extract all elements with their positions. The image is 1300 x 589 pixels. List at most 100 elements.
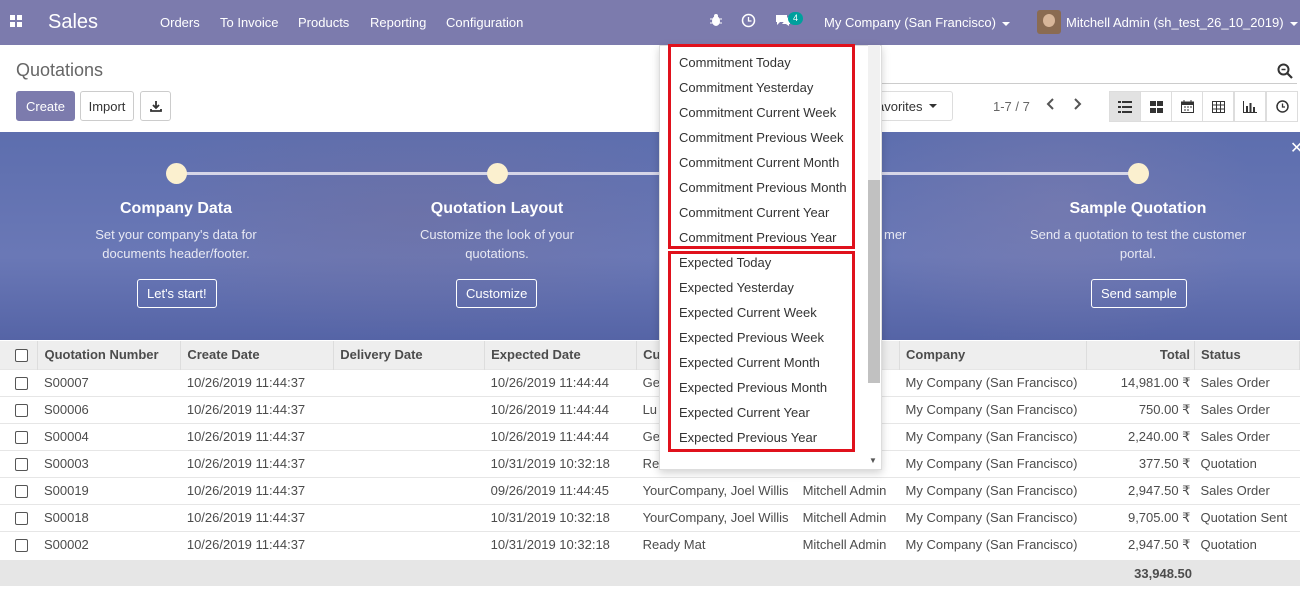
row-checkbox[interactable] (0, 368, 38, 396)
column-header-delivery-date[interactable]: Delivery Date (333, 341, 486, 369)
favorites-label: avorites (877, 98, 923, 114)
cell-number: S00006 (37, 395, 181, 423)
company-switcher-label: My Company (San Francisco) (824, 15, 996, 30)
filter-option[interactable]: Expected Current Week (679, 305, 817, 320)
cell-delivery-date (333, 476, 485, 504)
filter-option[interactable]: Expected Previous Week (679, 330, 824, 345)
filter-option[interactable]: Commitment Previous Year (679, 230, 837, 245)
filter-option[interactable]: Expected Previous Year (679, 430, 817, 445)
cell-delivery-date (333, 449, 485, 477)
calendar-view-icon[interactable] (1171, 91, 1203, 122)
filter-option[interactable]: Expected Current Month (679, 355, 820, 370)
list-view-icon[interactable] (1109, 91, 1141, 122)
table-row[interactable]: S00003 10/26/2019 11:44:37 10/31/2019 10:3… (0, 449, 1300, 477)
cell-total: 2,947.50 ₹ (1086, 476, 1195, 504)
customize-button[interactable]: Customize (456, 279, 538, 308)
cell-delivery-date (333, 368, 485, 396)
filter-option[interactable]: Commitment Today (679, 55, 791, 70)
lets-start-button[interactable]: Let's start! (137, 279, 217, 308)
checkbox-icon (15, 458, 28, 472)
column-header-company[interactable]: Company (899, 341, 1088, 369)
step-description: Customize the look of your quotations. (420, 227, 574, 261)
column-header-status[interactable]: Status (1194, 341, 1300, 369)
cell-customer: YourCompany, Joel Willis (636, 503, 797, 531)
row-checkbox[interactable] (0, 449, 38, 477)
menu-configuration[interactable]: Configuration (446, 15, 523, 30)
cell-company: My Company (San Francisco) (899, 395, 1087, 423)
cell-expected-date: 09/26/2019 11:44:45 (484, 476, 637, 504)
close-icon[interactable]: ✕ (1290, 138, 1300, 158)
menu-to-invoice[interactable]: To Invoice (220, 15, 279, 30)
pager-next-icon[interactable] (1073, 97, 1083, 116)
debug-bug-icon[interactable] (709, 13, 723, 30)
menu-reporting[interactable]: Reporting (370, 15, 426, 30)
step-description: mer (884, 227, 907, 242)
top-navbar: Sales Orders To Invoice Products Reporti… (0, 0, 1300, 45)
kanban-view-icon[interactable] (1140, 91, 1172, 122)
graph-view-icon[interactable] (1234, 91, 1266, 122)
column-header-quotation-number[interactable]: Quotation Number (37, 341, 182, 369)
select-all-checkbox[interactable] (0, 341, 39, 369)
table-row[interactable]: S00004 10/26/2019 11:44:37 10/26/2019 11:4… (0, 422, 1300, 450)
step-description: Set your company's data for documents he… (95, 227, 257, 261)
row-checkbox[interactable] (0, 476, 38, 504)
import-button[interactable]: Import (80, 91, 134, 121)
pager-previous-icon[interactable] (1045, 97, 1055, 116)
table-row[interactable]: S00007 10/26/2019 11:44:37 10/26/2019 11:4… (0, 368, 1300, 396)
user-menu[interactable]: Mitchell Admin (sh_test_26_10_2019) (1066, 15, 1298, 30)
create-button[interactable]: Create (16, 91, 75, 121)
send-sample-button[interactable]: Send sample (1091, 279, 1187, 308)
filter-option[interactable]: Commitment Previous Week (679, 130, 843, 145)
cell-number: S00018 (37, 503, 181, 531)
messages-count-badge: 4 (788, 12, 804, 25)
table-row[interactable]: S00019 10/26/2019 11:44:37 09/26/2019 11:4… (0, 476, 1300, 504)
quotations-table: Quotation Number Create Date Delivery Da… (0, 341, 1300, 558)
step-dot (166, 163, 187, 184)
menu-orders[interactable]: Orders (160, 15, 200, 30)
grand-total: 33,948.50 (1134, 566, 1192, 581)
cell-company: My Company (San Francisco) (899, 449, 1087, 477)
company-switcher[interactable]: My Company (San Francisco) (824, 15, 1010, 30)
filter-option[interactable]: Commitment Previous Month (679, 180, 847, 195)
filter-option[interactable]: Commitment Yesterday (679, 80, 813, 95)
user-avatar[interactable] (1037, 10, 1061, 34)
checkbox-icon (15, 512, 28, 526)
cell-number: S00002 (37, 530, 181, 558)
filter-option[interactable]: Expected Yesterday (679, 280, 794, 295)
breadcrumb: Quotations (16, 60, 104, 80)
column-header-total[interactable]: Total (1086, 341, 1195, 369)
dropdown-scrollbar-track[interactable] (868, 45, 880, 180)
cell-salesperson: Mitchell Admin (796, 503, 900, 531)
search-icon[interactable] (1277, 63, 1293, 79)
step-title: Company Data (119, 200, 233, 217)
activity-clock-icon[interactable] (741, 13, 756, 31)
cell-company: My Company (San Francisco) (899, 368, 1087, 396)
table-row[interactable]: S00006 10/26/2019 11:44:37 10/26/2019 11:4… (0, 395, 1300, 423)
scroll-down-arrow-icon[interactable]: ▼ (869, 456, 877, 465)
pivot-view-icon[interactable] (1202, 91, 1234, 122)
filter-option[interactable]: Commitment Current Week (679, 105, 836, 120)
column-header-expected-date[interactable]: Expected Date (484, 341, 638, 369)
filter-option[interactable]: Commitment Current Month (679, 155, 839, 170)
activity-view-icon[interactable] (1266, 91, 1298, 122)
column-header-create-date[interactable]: Create Date (180, 341, 335, 369)
download-icon (149, 101, 162, 112)
row-checkbox[interactable] (0, 503, 38, 531)
table-row[interactable]: S00002 10/26/2019 11:44:37 10/31/2019 10:3… (0, 530, 1300, 558)
table-row[interactable]: S00018 10/26/2019 11:44:37 10/31/2019 10:3… (0, 503, 1300, 531)
filter-option[interactable]: Commitment Current Year (679, 205, 829, 220)
cell-status: Quotation (1194, 449, 1300, 477)
search-input[interactable] (872, 58, 1297, 84)
pager-value[interactable]: 1-7 / 7 (993, 99, 1030, 114)
row-checkbox[interactable] (0, 530, 38, 558)
row-checkbox[interactable] (0, 422, 38, 450)
filter-option[interactable]: Expected Current Year (679, 405, 810, 420)
menu-products[interactable]: Products (298, 15, 349, 30)
row-checkbox[interactable] (0, 395, 38, 423)
apps-menu-icon[interactable] (10, 15, 23, 28)
cell-customer: YourCompany, Joel Willis (636, 476, 797, 504)
download-button[interactable] (140, 91, 171, 121)
dropdown-scrollbar-thumb[interactable] (868, 180, 880, 383)
filter-option[interactable]: Expected Previous Month (679, 380, 827, 395)
filter-option[interactable]: Expected Today (679, 255, 771, 270)
